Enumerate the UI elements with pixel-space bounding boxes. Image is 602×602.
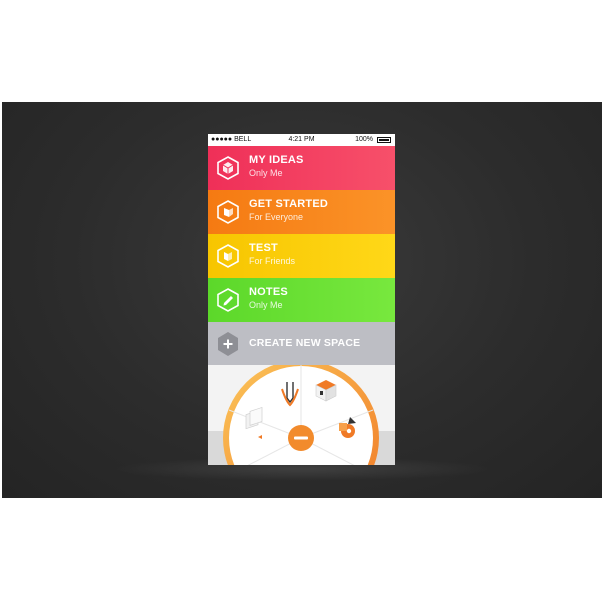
battery-label: 100% [355, 136, 373, 143]
space-notes[interactable]: NOTES Only Me [208, 278, 395, 322]
space-title: MY IDEAS [249, 154, 304, 166]
space-get-started[interactable]: GET STARTED For Everyone [208, 190, 395, 234]
action-wheel [208, 365, 395, 465]
space-title: NOTES [249, 286, 288, 298]
space-subtitle: For Friends [249, 256, 296, 266]
minus-icon[interactable] [288, 425, 314, 451]
pencil-icon [216, 288, 240, 312]
battery-icon [377, 137, 391, 143]
space-test[interactable]: TEST For Friends [208, 234, 395, 278]
cube-icon [216, 200, 240, 224]
space-title: GET STARTED [249, 198, 328, 210]
space-title: TEST [249, 242, 278, 254]
space-subtitle: For Everyone [249, 212, 304, 222]
space-subtitle: Only Me [249, 300, 283, 310]
status-bar: ●●●●● BELL 4:21 PM 100% [208, 134, 395, 146]
create-space-label: CREATE NEW SPACE [249, 337, 361, 349]
phone-screen: ●●●●● BELL 4:21 PM 100% MY IDEAS Only Me… [208, 134, 395, 465]
create-new-space-button[interactable]: CREATE NEW SPACE [208, 322, 395, 365]
space-my-ideas[interactable]: MY IDEAS Only Me [208, 146, 395, 190]
space-subtitle: Only Me [249, 168, 283, 178]
cube-icon [216, 244, 240, 268]
plus-icon [216, 331, 240, 357]
cube-icon [216, 156, 240, 180]
action-area [208, 365, 395, 465]
